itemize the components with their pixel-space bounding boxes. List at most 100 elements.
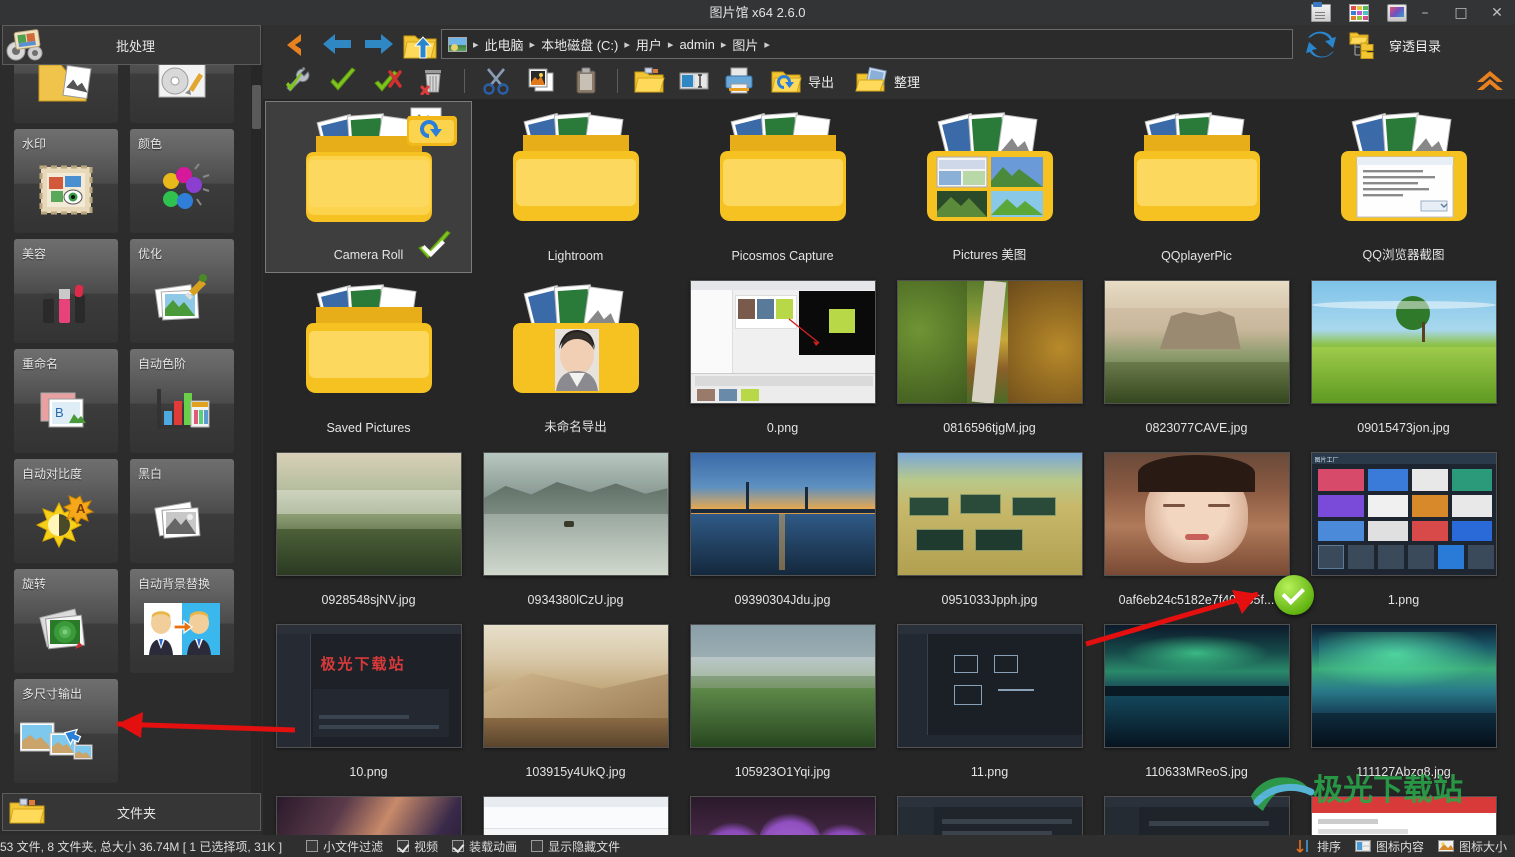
window-title: 图片馆 x64 2.6.0: [709, 5, 806, 20]
breadcrumb-item-1[interactable]: 本地磁盘 (C:): [541, 35, 618, 54]
tool-card-black-white[interactable]: 黑白: [130, 459, 234, 563]
grid-item-image[interactable]: 0928548sjNV.jpg: [265, 445, 472, 617]
tool-card-rename[interactable]: 重命名 B: [14, 349, 118, 453]
folder-icon: [7, 797, 47, 827]
new-folder-button[interactable]: [630, 64, 668, 98]
folder-photo-icon: [35, 65, 97, 111]
grid-item-image[interactable]: [1093, 789, 1300, 835]
refresh-icon[interactable]: [1305, 31, 1337, 59]
grid-item-image[interactable]: 图片工厂 1.png: [1300, 445, 1507, 617]
tool-card-multi-size-output[interactable]: 多尺寸输出: [14, 679, 118, 783]
grid-item-folder[interactable]: Saved Pictures: [265, 273, 472, 445]
tool-card-rotate[interactable]: 旋转: [14, 569, 118, 673]
cut-button[interactable]: [477, 64, 515, 98]
toolbar-separator: [464, 69, 465, 93]
folder-button[interactable]: 文件夹: [2, 793, 261, 831]
maximize-button[interactable]: □: [1443, 0, 1479, 25]
select-all-button[interactable]: [324, 64, 362, 98]
print-button[interactable]: [720, 64, 758, 98]
grid-item-image[interactable]: 0951033Jpph.jpg: [886, 445, 1093, 617]
close-button[interactable]: ✕: [1479, 0, 1515, 25]
tool-card-watermark[interactable]: 水印: [14, 129, 118, 233]
grid-item-folder[interactable]: Lightroom: [472, 101, 679, 273]
rename-field-button[interactable]: [675, 64, 713, 98]
tool-card-beauty[interactable]: 美容: [14, 239, 118, 343]
breadcrumb-item-4[interactable]: 图片: [732, 35, 758, 54]
batch-process-header[interactable]: 批处理: [2, 25, 261, 65]
image-thumbnail: [686, 623, 880, 749]
grid-item-image[interactable]: [472, 789, 679, 835]
breadcrumb-item-3[interactable]: admin: [679, 37, 714, 52]
back-chevron-icon[interactable]: [279, 32, 309, 58]
breadcrumb-item-2[interactable]: 用户: [636, 35, 662, 54]
grid-item-image[interactable]: [886, 789, 1093, 835]
tool-card-auto-levels[interactable]: 自动色阶: [130, 349, 234, 453]
grid-item-folder[interactable]: QQ浏览器截图: [1300, 101, 1507, 273]
palette-icon[interactable]: [1349, 3, 1369, 22]
paste-button[interactable]: [567, 64, 605, 98]
tool-card-optimize[interactable]: 优化: [130, 239, 234, 343]
grid-item-image[interactable]: 0.png: [679, 273, 886, 445]
grid-item-image[interactable]: 11.png: [886, 617, 1093, 789]
chevron-up-icon[interactable]: [1475, 67, 1505, 93]
grid-item-image[interactable]: [679, 789, 886, 835]
checkbox-box[interactable]: [452, 840, 465, 852]
tool-card-background-replace[interactable]: 自动背景替换: [130, 569, 234, 673]
sidebar-scrollbar-thumb[interactable]: [252, 85, 261, 129]
tool-card-disc-tools[interactable]: [130, 65, 234, 123]
grid-item-image[interactable]: 0934380lCzU.jpg: [472, 445, 679, 617]
monitor-icon[interactable]: [1387, 3, 1407, 22]
grid-item-image[interactable]: 0af6eb24c5182e7f405f55f...: [1093, 445, 1314, 617]
grid-item-image[interactable]: [1300, 789, 1507, 835]
grid-item-folder[interactable]: 未命名导出: [472, 273, 679, 445]
grid-item-image[interactable]: 111127Abzq8.jpg: [1300, 617, 1507, 789]
icon-size-button[interactable]: 图标大小: [1437, 838, 1507, 855]
grid-item-image[interactable]: 105923O1Yqi.jpg: [679, 617, 886, 789]
folder-up-icon[interactable]: [403, 32, 437, 60]
checkbox-box[interactable]: [531, 840, 544, 852]
checkbox-box[interactable]: [306, 840, 319, 852]
tool-card-folder-photo[interactable]: [14, 65, 118, 123]
checkbox-load-animation[interactable]: 装载动画: [452, 838, 517, 855]
checkbox-box[interactable]: [397, 840, 410, 852]
grid-item-image[interactable]: 0816596tjgM.jpg: [886, 273, 1093, 445]
grid-item-folder[interactable]: QQplayerPic: [1093, 101, 1300, 273]
grid-item-folder[interactable]: Picosmos Capture: [679, 101, 886, 273]
image-thumbnail: [1100, 279, 1294, 405]
address-bar[interactable]: ▸ 此电脑 ▸ 本地磁盘 (C:) ▸ 用户 ▸ admin ▸ 图片 ▸: [441, 29, 1293, 59]
delete-button[interactable]: [414, 64, 452, 98]
penetrate-directory-button[interactable]: 穿透目录: [1349, 30, 1441, 60]
breadcrumb-item-0[interactable]: 此电脑: [485, 35, 524, 54]
sidebar-scrollbar[interactable]: [251, 65, 262, 793]
tool-card-color[interactable]: 颜色: [130, 129, 234, 233]
select-tool-button[interactable]: [279, 64, 317, 98]
minimize-button[interactable]: –: [1407, 0, 1443, 25]
grid-item-folder[interactable]: Pictures 美图: [886, 101, 1093, 273]
organize-button[interactable]: 整理: [851, 64, 930, 98]
checkbox-show-hidden-files[interactable]: 显示隐藏文件: [531, 838, 620, 855]
file-grid-area[interactable]: Camera Roll Lightroom Picosmos Capture P…: [263, 99, 1515, 835]
grid-item-image[interactable]: 极光下载站 10.png: [265, 617, 472, 789]
checkbox-video[interactable]: 视频: [397, 838, 438, 855]
arrow-right-icon[interactable]: [363, 32, 395, 56]
sort-button[interactable]: 排序: [1296, 838, 1341, 855]
deselect-all-button[interactable]: [369, 64, 407, 98]
export-button[interactable]: 导出: [765, 64, 844, 98]
grid-item-image[interactable]: 09390304Jdu.jpg: [679, 445, 886, 617]
icon-content-label: 图标内容: [1375, 839, 1424, 854]
grid-item-folder[interactable]: Camera Roll: [265, 101, 472, 273]
icon-content-button[interactable]: 图标内容: [1354, 838, 1424, 855]
svg-text:A: A: [76, 501, 86, 516]
document-icon[interactable]: [1311, 1, 1331, 22]
arrow-left-icon[interactable]: [321, 32, 353, 56]
tool-card-label: 旋转: [22, 577, 47, 591]
grid-item-image[interactable]: 09015473jon.jpg: [1300, 273, 1507, 445]
copy-image-button[interactable]: [522, 64, 560, 98]
checkbox-small-file-filter[interactable]: 小文件过滤: [306, 838, 383, 855]
grid-item-image[interactable]: [265, 789, 472, 835]
grid-item-image[interactable]: 103915y4UkQ.jpg: [472, 617, 679, 789]
grid-item-image[interactable]: 0823077CAVE.jpg: [1093, 273, 1300, 445]
grid-item-image[interactable]: 110633MReoS.jpg: [1093, 617, 1300, 789]
thumbnail-sand-dune: [482, 624, 669, 748]
tool-card-auto-contrast[interactable]: 自动对比度 A: [14, 459, 118, 563]
